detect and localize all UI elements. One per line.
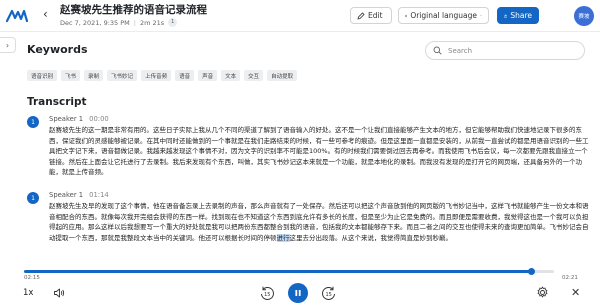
chevron-down-icon [480,15,482,17]
forward-15-icon[interactable]: 15 [321,285,337,301]
search-input[interactable] [448,46,568,55]
user-avatar[interactable]: 赛坡 [574,6,594,26]
keyword-tag[interactable]: 飞书 [61,70,81,81]
keywords-heading: Keywords [27,43,88,56]
transcript-segment: 1 Speaker 1 01:14 赵赛坡先生及早的发现了这个事情，他在语音备忘录… [27,191,589,259]
page-title: 赵赛坡先生推荐的语音记录流程 [60,4,207,16]
keyword-tags: 语音识别 飞书 录制 飞书妙记 上传音频 语音 声音 文本 交互 自动提取 [27,70,298,81]
app-logo-icon[interactable] [6,9,28,23]
total-time: 02:21 [562,275,578,281]
segment-timestamp[interactable]: 00:00 [89,115,109,123]
keyword-tag[interactable]: 语音识别 [27,70,58,81]
gear-icon[interactable] [536,286,549,299]
current-time: 02:15 [24,275,40,281]
progress-bar[interactable] [24,268,554,275]
keyword-tag[interactable]: 自动提取 [267,70,298,81]
meta-separator: | [133,18,136,27]
language-select[interactable]: Original language [398,7,489,24]
transcript-heading: Transcript [27,96,87,108]
audio-player: 02:15 02:21 1x 15 15 ✕ [0,261,600,307]
share-label: Share [510,11,532,20]
back-arrow-icon[interactable]: ‹ [43,7,48,21]
keyword-tag[interactable]: 录制 [84,70,104,81]
pause-icon [295,290,301,296]
recording-date: Dec 7, 2021, 9:35 PM [60,18,130,27]
speaker-name[interactable]: Speaker 1 [49,191,83,199]
current-word-highlight: 进行 [276,233,290,242]
top-bar: ‹ 赵赛坡先生推荐的语音记录流程 Dec 7, 2021, 9:35 PM | … [0,0,600,32]
speaker-avatar: 1 [27,116,39,128]
keyword-tag[interactable]: 交互 [244,70,264,81]
globe-icon [405,14,408,17]
playback-speed-button[interactable]: 1x [23,288,33,298]
share-button[interactable]: Share [497,7,539,24]
search-icon [433,46,442,55]
pause-button[interactable] [288,283,308,303]
participant-count-badge[interactable]: 1 [168,18,178,27]
edit-label: Edit [368,11,383,20]
language-label: Original language [410,11,477,20]
segment-text[interactable]: 赵赛坡先生的这一期是非常有用的。这些日子实际上我从几个不同的渠道了解到了语音输入… [49,125,589,178]
edit-button[interactable]: Edit [350,7,392,24]
transcript-segment: 1 Speaker 1 00:00 赵赛坡先生的这一期是非常有用的。这些日子实际上… [27,115,589,189]
keyword-tag[interactable]: 上传音频 [141,70,172,81]
progress-handle[interactable] [528,268,536,275]
recording-meta: Dec 7, 2021, 9:35 PM | 2m 21s 1 [60,18,178,27]
speaker-name[interactable]: Speaker 1 [49,115,83,123]
speaker-avatar: 1 [27,192,39,204]
keyword-tag[interactable]: 声音 [198,70,218,81]
segment-header: Speaker 1 00:00 [49,115,109,123]
rewind-seconds-label: 15 [264,292,270,298]
keyword-tag[interactable]: 文本 [221,70,241,81]
search-box[interactable] [425,41,585,60]
segment-header: Speaker 1 01:14 [49,191,109,199]
keyword-tag[interactable]: 飞书妙记 [107,70,138,81]
segment-text-part: 这里去分出段落。从这个来说，我觉得简直是妙到秒巅。 [289,233,453,242]
recording-duration: 2m 21s [139,18,165,27]
progress-fill [24,270,532,273]
forward-seconds-label: 15 [326,292,332,298]
segment-timestamp[interactable]: 01:14 [89,191,109,199]
volume-icon[interactable] [53,287,65,299]
expand-sidebar-icon[interactable]: › [0,37,16,53]
share-icon [504,13,508,18]
close-icon[interactable]: ✕ [571,286,580,299]
edit-icon [357,11,365,20]
rewind-15-icon[interactable]: 15 [259,285,275,301]
segment-text[interactable]: 赵赛坡先生及早的发现了这个事情，他在语音备忘录上去录制的声音，那么声音就有了一处… [49,201,589,243]
keyword-tag[interactable]: 语音 [175,70,195,81]
